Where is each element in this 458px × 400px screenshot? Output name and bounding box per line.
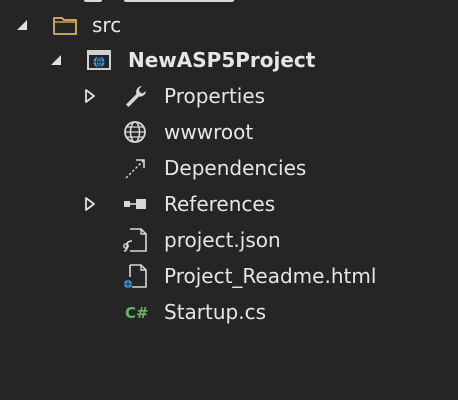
json-file-icon	[123, 228, 147, 252]
solution-explorer-tree: src NewASP5Project Properties wwwroot De…	[0, 0, 458, 400]
tree-item-label: Project_Readme.html	[164, 264, 377, 288]
tree-item-project-readme[interactable]: Project_Readme.html	[0, 258, 458, 294]
tree-item-startup-cs[interactable]: C# Startup.cs	[0, 294, 458, 330]
tree-item-label: src	[92, 13, 122, 37]
collapsed-triangle-icon[interactable]	[82, 196, 98, 212]
collapsed-triangle-icon[interactable]	[82, 88, 98, 104]
tree-item-label: References	[164, 192, 276, 216]
expanded-triangle-icon[interactable]	[48, 52, 64, 68]
web-project-icon	[87, 50, 111, 70]
tree-item-project[interactable]: NewASP5Project	[0, 42, 458, 78]
dependencies-arrow-icon	[125, 159, 145, 179]
expanded-triangle-icon[interactable]	[14, 17, 30, 33]
tree-item-label: Startup.cs	[164, 300, 267, 324]
globe-icon	[124, 121, 146, 143]
tree-item-wwwroot[interactable]: wwwroot	[0, 114, 458, 150]
folder-icon	[53, 17, 77, 35]
references-icon	[124, 199, 146, 209]
tree-item-label: project.json	[164, 228, 281, 252]
wrench-icon	[126, 86, 146, 107]
svg-text:C#: C#	[125, 304, 148, 322]
tree-item-src-folder[interactable]: src	[0, 7, 458, 43]
tree-item-dependencies[interactable]: Dependencies	[0, 150, 458, 186]
tree-item-label: Properties	[164, 84, 266, 108]
tree-item-properties[interactable]: Properties	[0, 78, 458, 114]
tree-item-label: Dependencies	[164, 156, 307, 180]
csharp-file-icon: C#	[125, 304, 148, 322]
clipped-row-above	[0, 0, 458, 4]
tree-item-references[interactable]: References	[0, 186, 458, 222]
tree-item-label: NewASP5Project	[128, 48, 316, 72]
tree-item-label: wwwroot	[164, 120, 254, 144]
html-file-icon	[124, 264, 147, 288]
tree-item-project-json[interactable]: project.json	[0, 222, 458, 258]
